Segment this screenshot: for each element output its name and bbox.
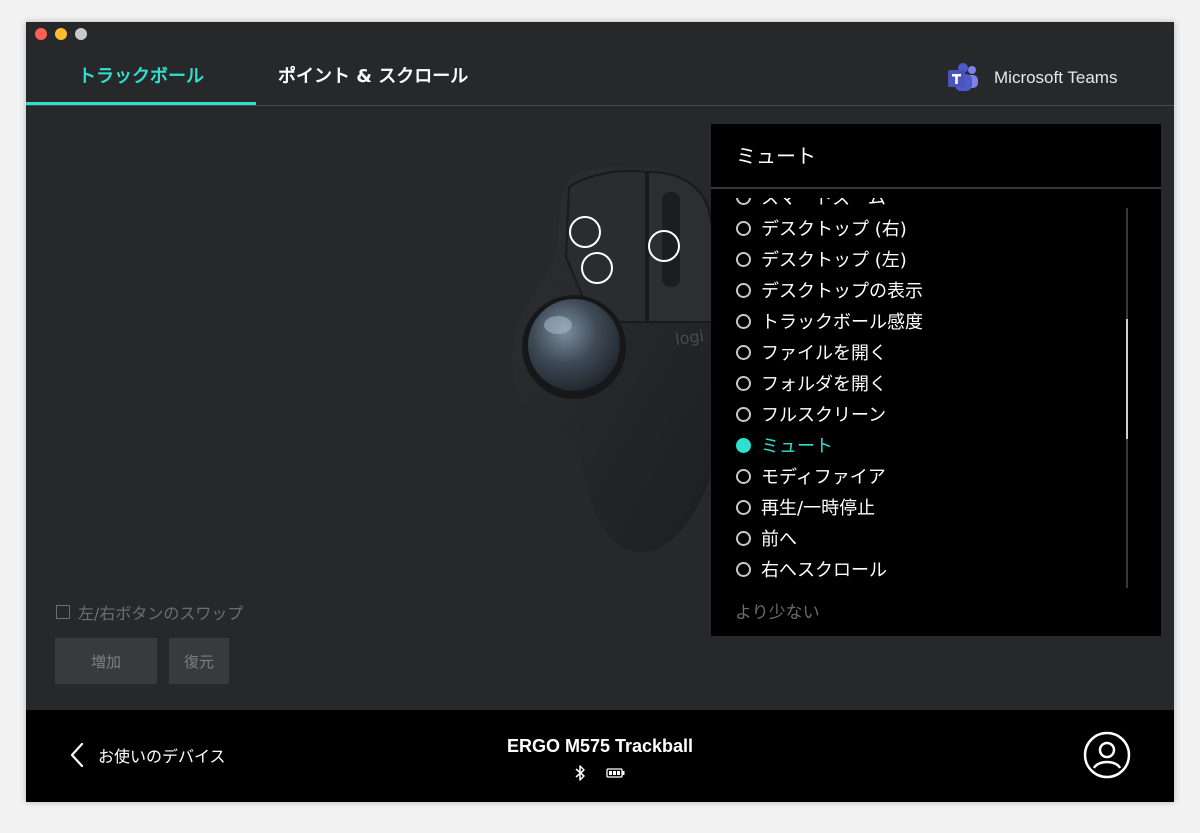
action-option[interactable]: 再生/一時停止 xyxy=(736,494,875,520)
scrollbar-thumb[interactable] xyxy=(1126,319,1128,439)
action-option[interactable]: デスクトップの表示 xyxy=(736,277,923,303)
tab-trackball[interactable]: トラックボール xyxy=(78,62,204,92)
radio-selected-icon[interactable] xyxy=(736,437,751,453)
radio-icon[interactable] xyxy=(736,530,751,546)
action-option-label: デスクトップの表示 xyxy=(761,281,923,302)
action-panel: ミュート スマートズームデスクトップ (右) デスクトップ (左) デスクトップの表… xyxy=(711,124,1161,636)
action-option-label: トラックボール感度 xyxy=(761,312,923,333)
app-profile-selector[interactable]: Microsoft Teams xyxy=(946,60,1117,96)
action-option-label: モディファイア xyxy=(761,467,886,488)
radio-icon[interactable] xyxy=(736,499,751,515)
panel-divider xyxy=(711,187,1161,189)
minimize-window-button[interactable] xyxy=(55,28,67,40)
action-option[interactable]: デスクトップ (右) xyxy=(736,215,907,241)
action-option[interactable]: モディファイア xyxy=(736,463,886,489)
radio-icon[interactable] xyxy=(736,561,751,577)
radio-icon[interactable] xyxy=(736,375,751,391)
action-option[interactable]: フルスクリーン xyxy=(736,401,886,427)
action-option[interactable]: トラックボール感度 xyxy=(736,308,923,334)
radio-icon[interactable] xyxy=(736,313,751,329)
action-option-label: デスクトップ (右) xyxy=(761,219,907,240)
action-option[interactable]: ファイルを開く xyxy=(736,339,887,365)
show-less-link[interactable]: より少ない xyxy=(735,598,820,623)
radio-icon[interactable] xyxy=(736,251,751,267)
radio-icon[interactable] xyxy=(736,282,751,298)
app-profile-label: Microsoft Teams xyxy=(994,68,1118,87)
action-option[interactable]: デスクトップ (左) xyxy=(736,246,907,272)
microsoft-teams-icon xyxy=(948,63,978,91)
swap-buttons-label: 左/右ボタンのスワップ xyxy=(78,604,244,623)
middle-button-hotspot[interactable] xyxy=(648,230,680,262)
restore-button[interactable]: 復元 xyxy=(169,638,229,684)
footer-bar: お使いのデバイス ERGO M575 Trackball xyxy=(26,710,1174,802)
action-panel-title: ミュート xyxy=(736,144,816,168)
title-bar xyxy=(26,22,1174,46)
radio-icon[interactable] xyxy=(736,220,751,236)
checkbox-box[interactable] xyxy=(56,605,70,619)
forward-button-hotspot[interactable] xyxy=(581,252,613,284)
radio-icon[interactable] xyxy=(736,198,751,205)
tab-point-scroll[interactable]: ポイント & スクロール xyxy=(278,62,468,92)
action-option-label: ミュート xyxy=(761,436,833,457)
action-option[interactable]: スマートズーム xyxy=(736,198,886,210)
action-option-label: 右へスクロール xyxy=(761,560,887,581)
radio-icon[interactable] xyxy=(736,406,751,422)
trackball-illustration: logi xyxy=(512,166,729,553)
logi-logo: logi xyxy=(674,326,705,349)
action-option-label: フルスクリーン xyxy=(761,405,887,426)
zoom-window-button[interactable] xyxy=(75,28,87,40)
action-option-label: ファイルを開く xyxy=(761,343,887,364)
action-option[interactable]: 右へスクロール xyxy=(736,556,887,582)
action-option[interactable]: ミュート xyxy=(736,432,833,458)
radio-icon[interactable] xyxy=(736,344,751,360)
close-window-button[interactable] xyxy=(35,28,47,40)
action-option-label: スマートズーム xyxy=(761,198,886,209)
app-window: トラックボール ポイント & スクロール Microsoft Teams log… xyxy=(26,22,1174,802)
action-option-label: 前へ xyxy=(761,529,797,550)
action-list[interactable]: スマートズームデスクトップ (右) デスクトップ (左) デスクトップの表示 トラック… xyxy=(711,198,1161,589)
action-option-label: 再生/一時停止 xyxy=(761,498,876,519)
back-button-hotspot[interactable] xyxy=(569,216,601,248)
bluetooth-icon xyxy=(575,765,585,781)
battery-icon xyxy=(606,768,625,778)
action-option-label: デスクトップ (左) xyxy=(761,250,907,271)
swap-buttons-checkbox[interactable]: 左/右ボタンのスワップ xyxy=(56,600,243,624)
trackball-device-image: logi xyxy=(476,157,746,587)
radio-icon[interactable] xyxy=(736,468,751,484)
device-name: ERGO M575 Trackball xyxy=(506,736,694,756)
action-option-label: フォルダを開く xyxy=(761,374,887,395)
action-option[interactable]: フォルダを開く xyxy=(736,370,887,396)
tab-divider xyxy=(26,105,1174,106)
action-option[interactable]: 前へ xyxy=(736,525,797,551)
add-button[interactable]: 増加 xyxy=(55,638,157,684)
user-icon[interactable] xyxy=(1083,731,1131,779)
device-status xyxy=(574,764,626,782)
